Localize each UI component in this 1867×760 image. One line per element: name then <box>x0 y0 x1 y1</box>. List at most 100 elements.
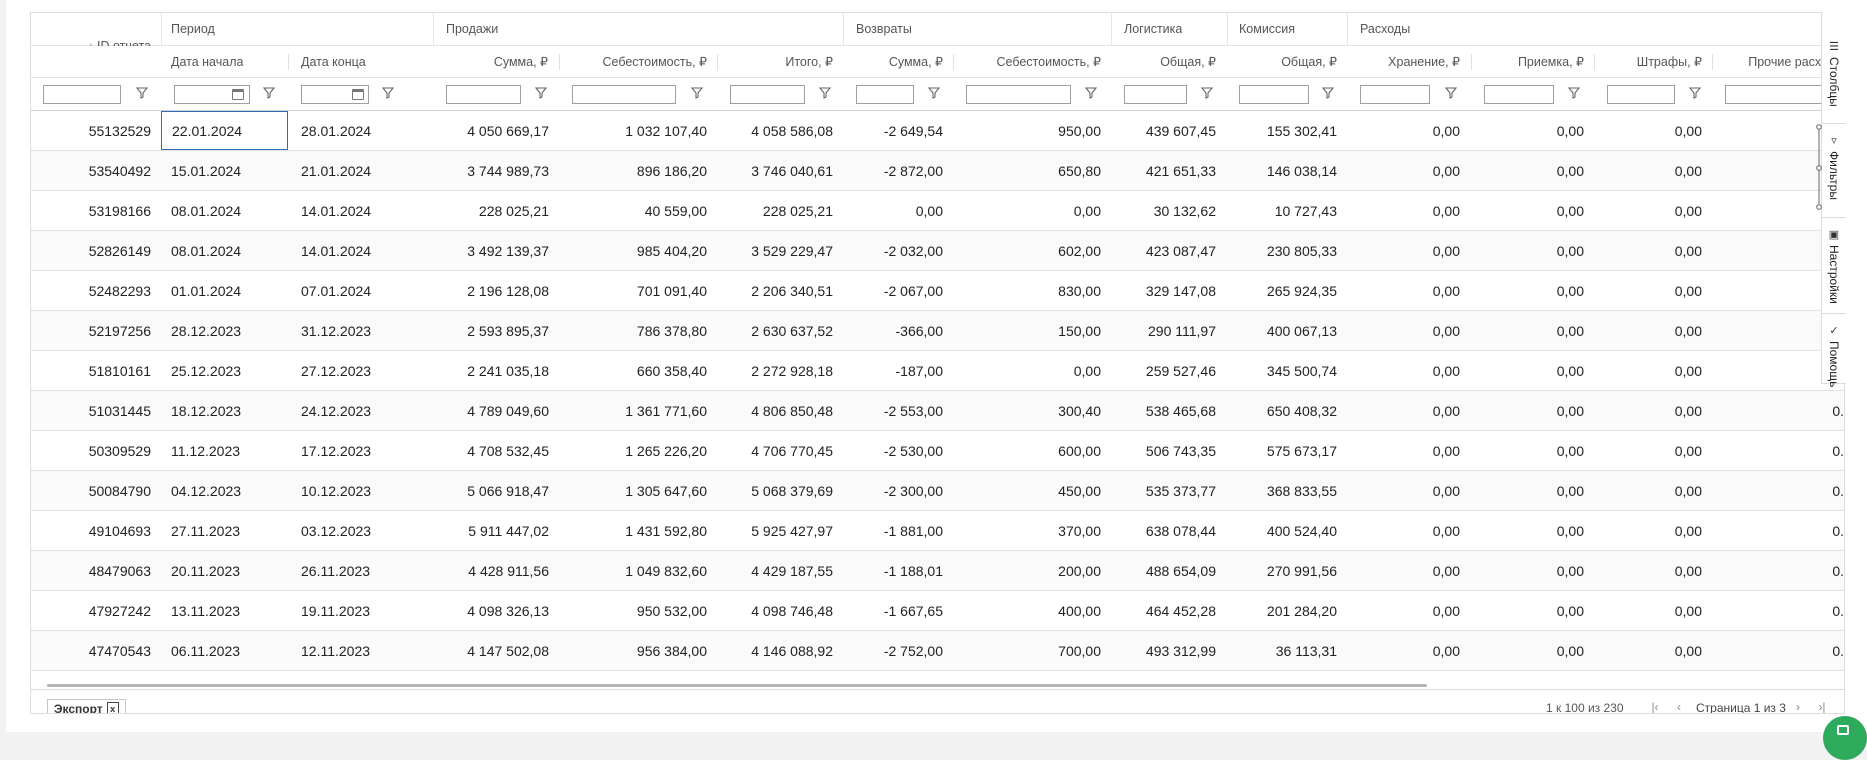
cell-id[interactable]: 55132529 <box>31 111 151 150</box>
cell-commission[interactable]: 400 524,40 <box>1227 511 1337 550</box>
cell-sales-total[interactable]: 3 529 229,47 <box>717 231 833 270</box>
cell-ret-sum[interactable]: -366,00 <box>843 311 943 350</box>
cell-sales-cost[interactable]: 956 384,00 <box>559 631 707 670</box>
cell-sales-sum[interactable]: 2 241 035,18 <box>433 351 549 390</box>
cell-start[interactable]: 15.01.2024 <box>171 151 281 190</box>
cell-sales-sum[interactable]: 4 708 532,45 <box>433 431 549 470</box>
filter-input-commission[interactable] <box>1239 85 1309 104</box>
cell-sales-sum[interactable]: 3 744 989,73 <box>433 151 549 190</box>
cell-sales-cost[interactable]: 701 091,40 <box>559 271 707 310</box>
table-row[interactable]: 48479063 20.11.2023 26.11.2023 4 428 911,56… <box>31 551 1844 591</box>
cell-sales-sum[interactable]: 4 050 669,17 <box>433 111 549 150</box>
cell-other[interactable]: 0. <box>1712 471 1844 510</box>
cell-fines[interactable]: 0,00 <box>1594 351 1702 390</box>
cell-sales-total[interactable]: 2 630 637,52 <box>717 311 833 350</box>
cell-sales-total[interactable]: 4 098 746,48 <box>717 591 833 630</box>
cell-sales-cost[interactable]: 1 049 832,60 <box>559 551 707 590</box>
cell-start[interactable]: 06.11.2023 <box>171 631 281 670</box>
cell-storage[interactable]: 0,00 <box>1347 271 1460 310</box>
cell-start[interactable]: 25.12.2023 <box>171 351 281 390</box>
cell-sales-total[interactable]: 2 272 928,18 <box>717 351 833 390</box>
cell-acceptance[interactable]: 0,00 <box>1471 351 1584 390</box>
cell-commission[interactable]: 345 500,74 <box>1227 351 1337 390</box>
filter-icon[interactable] <box>1200 86 1214 100</box>
cell-commission[interactable]: 265 924,35 <box>1227 271 1337 310</box>
cell-start[interactable]: 13.11.2023 <box>171 591 281 630</box>
sidebar-tab-columns[interactable]: ☰ Столбцы <box>1822 34 1846 124</box>
column-header-end[interactable]: Дата конца <box>301 46 366 77</box>
cell-ret-cost[interactable]: 150,00 <box>953 311 1101 350</box>
column-header-storage[interactable]: Хранение, ₽ <box>1347 46 1460 77</box>
filter-icon[interactable] <box>381 86 395 100</box>
cell-ret-cost[interactable]: 200,00 <box>953 551 1101 590</box>
cell-commission[interactable]: 201 284,20 <box>1227 591 1337 630</box>
horizontal-scrollbar[interactable] <box>47 684 1427 687</box>
cell-logistics[interactable]: 488 654,09 <box>1111 551 1216 590</box>
cell-end[interactable]: 10.12.2023 <box>301 471 421 510</box>
cell-other[interactable]: 0. <box>1712 551 1844 590</box>
filter-icon[interactable] <box>1321 86 1335 100</box>
cell-sales-total[interactable]: 4 806 850,48 <box>717 391 833 430</box>
cell-storage[interactable]: 0,00 <box>1347 311 1460 350</box>
cell-end[interactable]: 14.01.2024 <box>301 231 421 270</box>
cell-logistics[interactable]: 638 078,44 <box>1111 511 1216 550</box>
filter-input-fines[interactable] <box>1607 85 1675 104</box>
column-header-sales-sum[interactable]: Сумма, ₽ <box>433 46 548 77</box>
table-row[interactable]: 49104693 27.11.2023 03.12.2023 5 911 447,02… <box>31 511 1844 551</box>
cell-ret-cost[interactable]: 300,40 <box>953 391 1101 430</box>
cell-sales-cost[interactable]: 1 361 771,60 <box>559 391 707 430</box>
cell-sales-sum[interactable]: 4 789 049,60 <box>433 391 549 430</box>
filter-input-storage[interactable] <box>1360 85 1430 104</box>
cell-sales-cost[interactable]: 1 032 107,40 <box>559 111 707 150</box>
filter-input-returns-cost[interactable] <box>966 85 1071 104</box>
cell-end[interactable]: 07.01.2024 <box>301 271 421 310</box>
cell-commission[interactable]: 650 408,32 <box>1227 391 1337 430</box>
cell-commission[interactable]: 146 038,14 <box>1227 151 1337 190</box>
cell-fines[interactable]: 0,00 <box>1594 111 1702 150</box>
cell-logistics[interactable]: 493 312,99 <box>1111 631 1216 670</box>
cell-start[interactable]: 22.01.2024 <box>161 111 288 150</box>
cell-sales-sum[interactable]: 3 492 139,37 <box>433 231 549 270</box>
cell-ret-sum[interactable]: -2 032,00 <box>843 231 943 270</box>
filter-icon[interactable] <box>135 86 149 100</box>
cell-end[interactable]: 17.12.2023 <box>301 431 421 470</box>
cell-start[interactable]: 28.12.2023 <box>171 311 281 350</box>
cell-fines[interactable]: 0,00 <box>1594 511 1702 550</box>
export-button[interactable]: Экспорт x <box>47 699 126 713</box>
cell-logistics[interactable]: 290 111,97 <box>1111 311 1216 350</box>
table-row[interactable]: 53198166 08.01.2024 14.01.2024 228 025,21 40… <box>31 191 1844 231</box>
cell-start[interactable]: 20.11.2023 <box>171 551 281 590</box>
filter-input-sales-total[interactable] <box>730 85 805 104</box>
cell-commission[interactable]: 155 302,41 <box>1227 111 1337 150</box>
cell-other[interactable]: 0. <box>1712 591 1844 630</box>
cell-ret-sum[interactable]: -1 188,01 <box>843 551 943 590</box>
cell-end[interactable]: 21.01.2024 <box>301 151 421 190</box>
filter-input-sales-cost[interactable] <box>572 85 676 104</box>
cell-sales-cost[interactable]: 786 378,80 <box>559 311 707 350</box>
cell-ret-sum[interactable]: -2 300,00 <box>843 471 943 510</box>
filter-icon[interactable] <box>690 86 704 100</box>
filter-input-end[interactable] <box>301 85 369 104</box>
cell-storage[interactable]: 0,00 <box>1347 471 1460 510</box>
table-row[interactable]: 50309529 11.12.2023 17.12.2023 4 708 532,45… <box>31 431 1844 471</box>
cell-start[interactable]: 11.12.2023 <box>171 431 281 470</box>
table-row[interactable]: 53540492 15.01.2024 21.01.2024 3 744 989,73… <box>31 151 1844 191</box>
sidebar-tab-filters[interactable]: ▿ Фильтры <box>1822 128 1846 218</box>
cell-fines[interactable]: 0,00 <box>1594 191 1702 230</box>
cell-acceptance[interactable]: 0,00 <box>1471 471 1584 510</box>
cell-logistics[interactable]: 506 743,35 <box>1111 431 1216 470</box>
cell-id[interactable]: 47470543 <box>31 631 151 670</box>
cell-ret-cost[interactable]: 602,00 <box>953 231 1101 270</box>
cell-logistics[interactable]: 464 452,28 <box>1111 591 1216 630</box>
cell-acceptance[interactable]: 0,00 <box>1471 111 1584 150</box>
cell-sales-cost[interactable]: 1 305 647,60 <box>559 471 707 510</box>
table-row[interactable]: 50084790 04.12.2023 10.12.2023 5 066 918,47… <box>31 471 1844 511</box>
filter-icon[interactable] <box>534 86 548 100</box>
first-page-icon[interactable]: |‹ <box>1648 700 1662 713</box>
next-page-icon[interactable]: › <box>1791 700 1805 713</box>
cell-id[interactable]: 47927242 <box>31 591 151 630</box>
cell-fines[interactable]: 0,00 <box>1594 231 1702 270</box>
cell-ret-cost[interactable]: 600,00 <box>953 431 1101 470</box>
cell-fines[interactable]: 0,00 <box>1594 591 1702 630</box>
cell-storage[interactable]: 0,00 <box>1347 511 1460 550</box>
